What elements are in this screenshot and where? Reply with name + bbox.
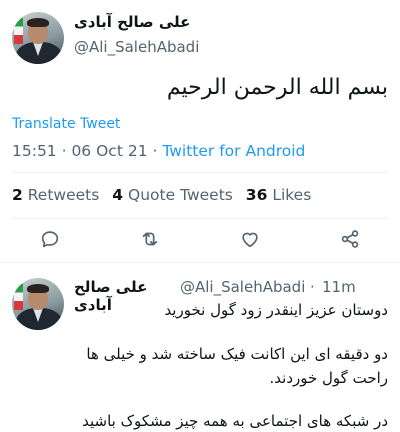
tweet-text: بسم الله الرحمن الرحیم: [166, 75, 388, 100]
author-display-name[interactable]: علی صالح آبادی: [74, 13, 202, 31]
reply-text-line: در شبکه های اجتماعی به همه چیز مشکوک باش…: [82, 412, 388, 430]
like-icon[interactable]: [239, 228, 263, 252]
tweet-meta: 15:51 · 06 Oct 21 · Twitter for Android: [12, 142, 305, 160]
reply-header: علی صالح آبادی @Ali_SalehAbadi · 11m: [74, 278, 388, 314]
author-handle[interactable]: @Ali_SalehAbadi: [74, 38, 199, 56]
divider: [0, 262, 400, 263]
share-icon[interactable]: [339, 228, 363, 252]
tweet-stats: 2 Retweets 4 Quote Tweets 36 Likes: [12, 186, 311, 204]
likes-stat[interactable]: 36 Likes: [246, 186, 312, 204]
iran-flag-graphic: [14, 18, 23, 44]
retweet-icon[interactable]: [139, 228, 163, 252]
separator-dot: ·: [310, 278, 315, 296]
reply-time[interactable]: 11m: [322, 278, 356, 296]
reply-text-line: دو دقیقه ای این اکانت فیک ساخته شد و خیل…: [86, 345, 388, 363]
tweet-timestamp[interactable]: 15:51 · 06 Oct 21 ·: [12, 142, 162, 160]
tweet-source-link[interactable]: Twitter for Android: [162, 142, 305, 160]
reply-author-avatar[interactable]: [12, 278, 64, 330]
reply-text-line: دوستان عزیز اینقدر زود گول نخورید: [164, 301, 388, 319]
divider: [12, 218, 388, 219]
reply-handle[interactable]: @Ali_SalehAbadi: [180, 278, 305, 296]
quote-tweets-stat[interactable]: 4 Quote Tweets: [112, 186, 233, 204]
iran-flag-graphic: [14, 284, 23, 310]
retweets-stat[interactable]: 2 Retweets: [12, 186, 99, 204]
author-avatar[interactable]: [12, 12, 64, 64]
divider: [12, 172, 388, 173]
reply-icon[interactable]: [39, 228, 63, 252]
tweet-action-bar: [0, 225, 400, 255]
reply-text-line: راحت گول خوردند.: [269, 369, 389, 387]
translate-tweet-link[interactable]: Translate Tweet: [12, 116, 120, 132]
